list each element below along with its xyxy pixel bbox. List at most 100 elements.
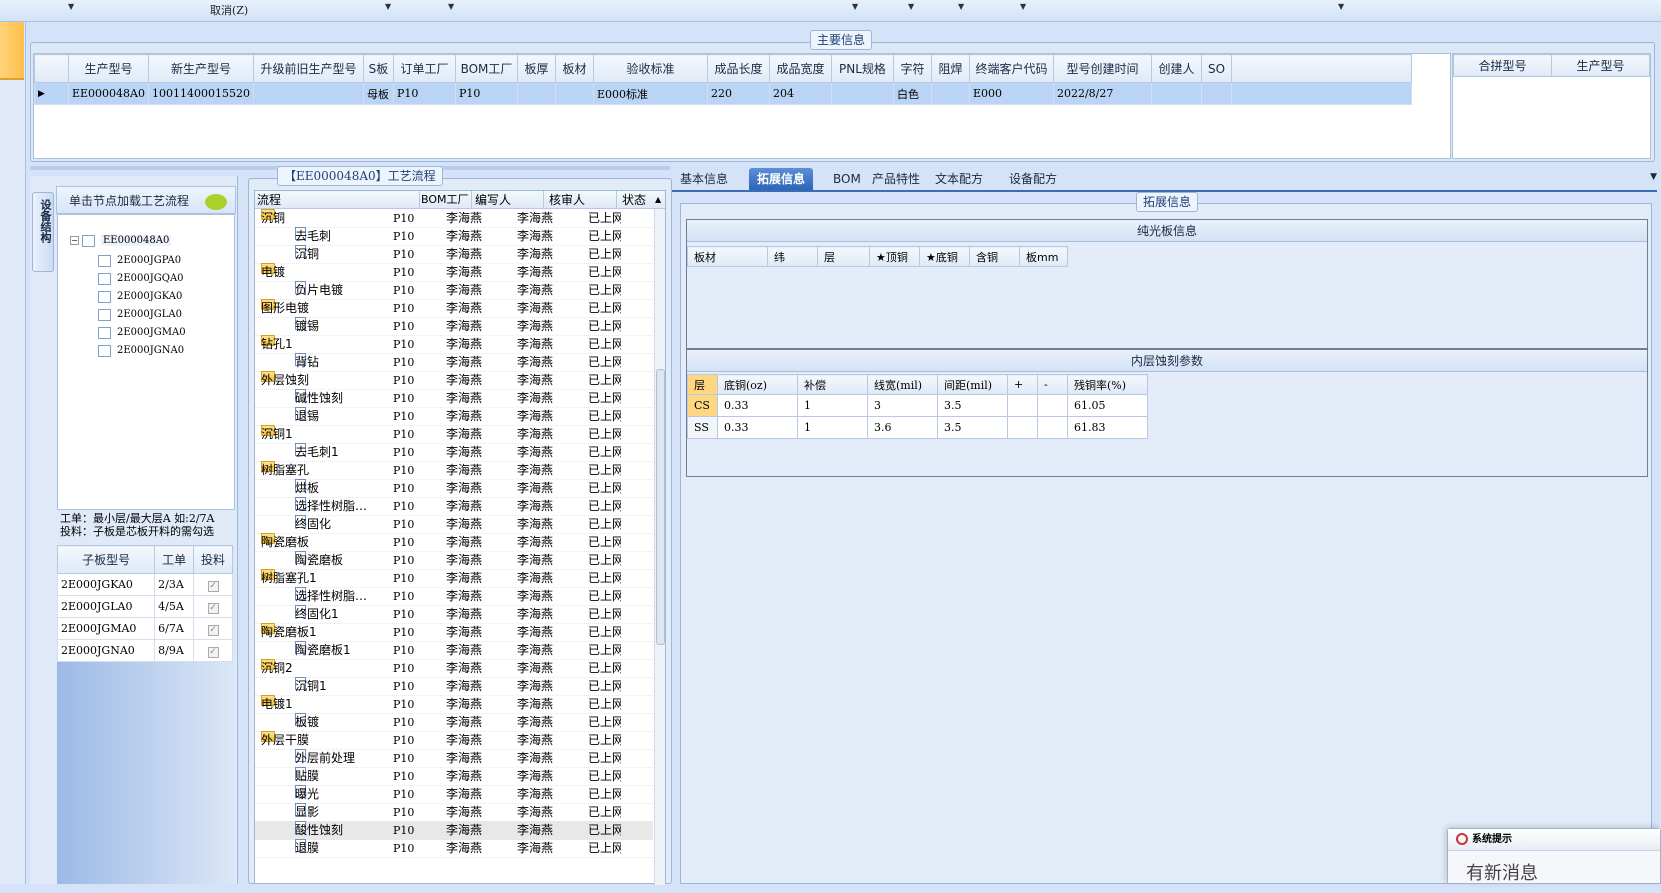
column-header[interactable]: 合拼型号 — [1453, 54, 1552, 77]
table-cell[interactable]: P10 — [454, 82, 518, 105]
table-cell[interactable]: 3 — [867, 394, 938, 417]
column-header[interactable]: - — [1037, 374, 1068, 395]
table-cell[interactable] — [1150, 82, 1202, 105]
tree-node[interactable]: 2E000JGPA0 — [98, 253, 181, 269]
table-cell[interactable]: 8/9A — [154, 639, 195, 662]
checkbox[interactable] — [98, 308, 111, 321]
tab-device-structure[interactable]: 设备结构 — [32, 192, 54, 272]
tab-1[interactable]: 拓展信息 — [749, 168, 814, 190]
column-header[interactable]: 订单工厂 — [392, 54, 456, 83]
process-row[interactable]: −树脂塞孔P10李海燕李海燕已上网 — [255, 461, 653, 480]
table-row[interactable]: SS 0.33 1 3.6 3.5 61.83 — [687, 416, 1148, 439]
column-header[interactable]: 底铜(oz) — [717, 374, 798, 395]
column-header[interactable]: 线宽(mil) — [867, 374, 938, 395]
process-row[interactable]: −沉铜P10李海燕李海燕已上网 — [255, 209, 653, 228]
table-cell[interactable]: 3.6 — [867, 416, 938, 439]
column-header[interactable]: + — [1007, 374, 1038, 395]
checkbox[interactable] — [98, 272, 111, 285]
column-header[interactable]: 板材 — [687, 246, 768, 267]
process-row[interactable]: −外层蚀刻P10李海燕李海燕已上网 — [255, 371, 653, 390]
process-row[interactable]: −电镀1P10李海燕李海燕已上网 — [255, 695, 653, 714]
process-row[interactable]: −陶瓷磨板P10李海燕李海燕已上网 — [255, 533, 653, 552]
dropdown-arrow-icon[interactable]: ▼ — [385, 2, 391, 11]
table-cell[interactable]: E000 — [968, 82, 1054, 105]
column-header[interactable]: 成品长度 — [706, 54, 770, 83]
system-notice-popup[interactable]: 系统提示 有新消息 — [1447, 828, 1661, 884]
process-row[interactable]: 退膜 P10 李海燕 李海燕 已上网 — [255, 839, 653, 858]
column-header[interactable]: 升级前旧生产型号 — [252, 54, 364, 83]
table-row[interactable]: ▶ EE000048A0 10011400015520 母板 P10 P10 E000标准 2… — [34, 82, 1412, 105]
table-cell[interactable]: CS — [687, 394, 718, 417]
process-row[interactable]: 贴膜 P10 李海燕 李海燕 已上网 — [255, 767, 653, 786]
tab-3[interactable]: 产品特性 — [864, 168, 928, 190]
table-cell[interactable]: 2E000JGNA0 — [56, 639, 156, 662]
tab-0[interactable]: 基本信息 — [672, 168, 736, 190]
collapse-icon[interactable]: − — [70, 236, 79, 245]
tree-root-node[interactable]: − EE000048A0 — [70, 233, 172, 249]
chat-bubble-icon[interactable] — [205, 194, 227, 210]
column-header[interactable]: BOM工厂 — [421, 191, 469, 209]
process-row[interactable]: −陶瓷磨板1P10李海燕李海燕已上网 — [255, 623, 653, 642]
column-header[interactable]: 型号创建时间 — [1052, 54, 1152, 83]
process-row[interactable]: 去毛刺 P10 李海燕 李海燕 已上网 — [255, 227, 653, 246]
column-header[interactable]: 残铜率(%) — [1067, 374, 1148, 395]
column-header[interactable]: 补偿 — [797, 374, 868, 395]
table-cell[interactable]: 2E000JGMA0 — [56, 617, 156, 640]
column-header[interactable]: 验收标准 — [592, 54, 708, 83]
table-cell[interactable]: 2022/8/27 — [1052, 82, 1152, 105]
process-row[interactable]: 板镀 P10 李海燕 李海燕 已上网 — [255, 713, 653, 732]
checkbox[interactable]: ✓ — [207, 580, 219, 592]
column-header[interactable]: 生产型号 — [1551, 54, 1650, 77]
table-cell[interactable]: 0.33 — [717, 416, 798, 439]
column-header[interactable]: 子板型号 — [56, 545, 156, 574]
column-header[interactable]: SO — [1200, 54, 1232, 83]
tab-dropdown-icon[interactable]: ▼ — [1650, 172, 1657, 182]
process-row[interactable]: 陶瓷磨板1 P10 李海燕 李海燕 已上网 — [255, 641, 653, 660]
table-cell[interactable]: 母板 — [362, 82, 394, 105]
column-header[interactable]: S板 — [362, 54, 394, 83]
checkbox[interactable] — [98, 326, 111, 339]
column-header[interactable]: 核审人 — [549, 191, 585, 209]
checkbox[interactable] — [98, 254, 111, 267]
table-cell[interactable] — [1007, 394, 1038, 417]
process-row[interactable]: 外层前处理 P10 李海燕 李海燕 已上网 — [255, 749, 653, 768]
tree-node[interactable]: 2E000JGKA0 — [98, 289, 182, 305]
tree-node[interactable]: 2E000JGLA0 — [98, 307, 182, 323]
column-header[interactable]: 字符 — [892, 54, 932, 83]
process-row[interactable]: 陶瓷磨板 P10 李海燕 李海燕 已上网 — [255, 551, 653, 570]
table-cell[interactable]: 0.33 — [717, 394, 798, 417]
process-row[interactable]: −外层干膜P10李海燕李海燕已上网 — [255, 731, 653, 750]
table-cell[interactable]: 白色 — [892, 82, 932, 105]
table-cell[interactable]: 4/5A — [154, 595, 195, 618]
process-row[interactable]: 选择性树脂… P10 李海燕 李海燕 已上网 — [255, 587, 653, 606]
column-header[interactable]: PNL规格 — [830, 54, 894, 83]
table-cell[interactable] — [554, 82, 594, 105]
table-cell[interactable] — [1037, 416, 1068, 439]
scroll-up-icon[interactable]: ▲ — [655, 191, 661, 209]
process-row[interactable]: 背钻 P10 李海燕 李海燕 已上网 — [255, 353, 653, 372]
column-header[interactable]: 含铜 — [969, 246, 1020, 267]
process-row[interactable]: −树脂塞孔1P10李海燕李海燕已上网 — [255, 569, 653, 588]
column-header[interactable]: 阻焊 — [930, 54, 970, 83]
table-cell[interactable] — [516, 82, 556, 105]
table-cell[interactable]: 2E000JGLA0 — [56, 595, 156, 618]
process-row[interactable]: 酸性蚀刻 P10 李海燕 李海燕 已上网 — [255, 821, 653, 840]
process-row[interactable]: 烘板 P10 李海燕 李海燕 已上网 — [255, 479, 653, 498]
column-header[interactable]: 生产型号 — [68, 54, 149, 83]
table-row[interactable]: 2E000JGKA0 2/3A ✓ — [56, 573, 233, 596]
column-header[interactable]: 编写人 — [475, 191, 511, 209]
table-row[interactable]: 2E000JGMA0 6/7A ✓ — [56, 617, 233, 640]
scrollbar-thumb[interactable] — [656, 369, 665, 645]
table-cell[interactable]: EE000048A0 — [68, 82, 149, 105]
table-cell[interactable] — [252, 82, 364, 105]
table-cell[interactable]: 1 — [797, 416, 868, 439]
column-header[interactable]: 创建人 — [1150, 54, 1202, 83]
table-cell[interactable]: 6/7A — [154, 617, 195, 640]
column-header[interactable]: 层 — [817, 246, 870, 267]
column-header[interactable]: BOM工厂 — [454, 54, 518, 83]
process-row[interactable]: 选择性树脂… P10 李海燕 李海燕 已上网 — [255, 497, 653, 516]
process-row[interactable]: 沉铜1 P10 李海燕 李海燕 已上网 — [255, 677, 653, 696]
dropdown-arrow-icon[interactable]: ▼ — [68, 2, 74, 11]
column-header[interactable]: 纬 — [767, 246, 818, 267]
table-cell[interactable]: 2/3A — [154, 573, 195, 596]
